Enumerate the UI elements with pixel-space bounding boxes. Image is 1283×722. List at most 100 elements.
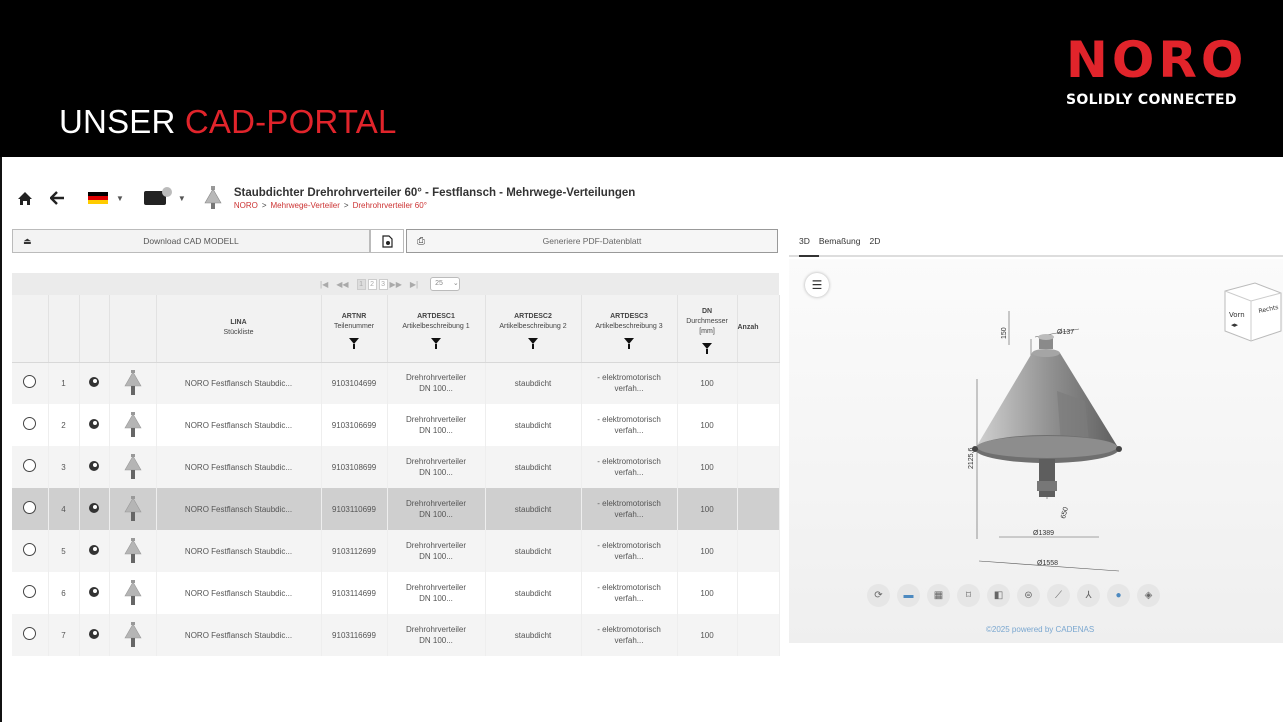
back-arrow-icon[interactable] bbox=[44, 185, 70, 211]
box-icon[interactable]: ◧ bbox=[987, 584, 1010, 607]
cad-model-drawing: Ø137 150 1267 2125,6 650 Ø1389 Ø1558 bbox=[968, 311, 1122, 572]
next-page-icon[interactable]: ▶▶ bbox=[390, 280, 402, 289]
filter-icon[interactable] bbox=[431, 338, 441, 350]
table-row[interactable]: 4 NORO Festflansch Staubdic... 9103110699 D… bbox=[12, 488, 780, 530]
product-title: Staubdichter Drehrohrverteiler 60° - Fes… bbox=[233, 186, 636, 199]
cell-artdesc3: - elektromotorisch verfah... bbox=[581, 404, 678, 446]
language-selector[interactable]: ▼ bbox=[88, 191, 124, 205]
measure-icon[interactable]: ⟋ bbox=[1047, 584, 1070, 607]
first-page-icon[interactable]: |◀ bbox=[320, 280, 328, 289]
format-selector[interactable]: ▼ bbox=[143, 187, 186, 205]
breadcrumb-item[interactable]: Mehrwege-Verteiler bbox=[271, 201, 340, 210]
frame-icon[interactable]: ⌑ bbox=[957, 584, 980, 607]
view-cube[interactable]: Vorn Rechts ◂▸ bbox=[1215, 279, 1283, 347]
page-button[interactable]: 2 bbox=[367, 278, 377, 290]
table-row[interactable]: 6 NORO Festflansch Staubdic... 9103114699 D… bbox=[12, 572, 780, 614]
cad-part-icon[interactable] bbox=[79, 446, 110, 488]
cell-artnr: 9103110699 bbox=[321, 488, 388, 530]
viewer-tabs: 3D Bemaßung 2D bbox=[789, 222, 1283, 257]
table-row[interactable]: 3 NORO Festflansch Staubdic... 9103108699 D… bbox=[12, 446, 780, 488]
column-header[interactable]: Anzah bbox=[737, 295, 780, 363]
column-header[interactable]: ARTDESC2 Artikelbeschreibung 2 bbox=[485, 295, 582, 363]
shaded-icon[interactable]: ▦ bbox=[927, 584, 950, 607]
cad-part-icon[interactable] bbox=[79, 362, 110, 404]
cad-part-icon[interactable] bbox=[79, 488, 110, 530]
row-number: 6 bbox=[48, 572, 80, 614]
axis-icon[interactable]: ⅄ bbox=[1077, 584, 1100, 607]
part-thumbnail-icon bbox=[109, 572, 157, 614]
cell-artdesc3: - elektromotorisch verfah... bbox=[581, 362, 678, 404]
row-radio[interactable] bbox=[23, 459, 37, 472]
table-row[interactable]: 2 NORO Festflansch Staubdic... 9103106699 D… bbox=[12, 404, 780, 446]
list-icon[interactable]: ☰ bbox=[805, 273, 829, 297]
viewer-toolbar: ⟳ ▬ ▦ ⌑ ◧ ⊜ ⟋ ⅄ ● ◈ bbox=[867, 584, 1167, 607]
viewer-canvas[interactable]: ☰ Vorn Rechts ◂▸ Ø137 150 1267 2125, bbox=[789, 259, 1283, 643]
document-icon[interactable] bbox=[370, 229, 404, 253]
tab-3d[interactable]: 3D bbox=[799, 236, 819, 257]
breadcrumb-item[interactable]: NORO bbox=[234, 201, 258, 210]
column-header[interactable]: DN Durchmesser [mm] bbox=[677, 295, 738, 363]
cell-artnr: 9103114699 bbox=[321, 572, 388, 614]
cell-dn: 100 bbox=[677, 404, 738, 446]
download-cad-button[interactable]: ⏏ Download CAD MODELL bbox=[12, 229, 370, 253]
row-number: 5 bbox=[48, 530, 80, 572]
column-header[interactable]: LINA Stückliste bbox=[156, 295, 322, 363]
page-button[interactable]: 3 bbox=[378, 278, 388, 290]
drum-icon[interactable]: ⊜ bbox=[1017, 584, 1040, 607]
column-header[interactable]: ARTDESC3 Artikelbeschreibung 3 bbox=[581, 295, 678, 363]
prev-page-icon[interactable]: ◀◀ bbox=[336, 280, 348, 289]
tab-2d[interactable]: 2D bbox=[869, 236, 889, 255]
animation-icon[interactable]: ⟳ bbox=[867, 584, 890, 607]
filter-icon[interactable] bbox=[702, 343, 712, 355]
cad-part-icon[interactable] bbox=[79, 404, 110, 446]
last-page-icon[interactable]: ▶| bbox=[410, 280, 418, 289]
row-radio[interactable] bbox=[23, 585, 37, 598]
row-radio[interactable] bbox=[23, 501, 37, 514]
slide-frame bbox=[0, 157, 2, 722]
cell-artnr: 9103116699 bbox=[321, 614, 388, 656]
table-row[interactable]: 7 NORO Festflansch Staubdic... 9103116699 D… bbox=[12, 614, 780, 656]
chevron-down-icon: ▼ bbox=[116, 193, 124, 203]
cell-artdesc1: Drehrohrverteiler DN 100... bbox=[387, 572, 486, 614]
filter-icon[interactable] bbox=[624, 338, 634, 350]
cube-front-label: Vorn bbox=[1229, 311, 1245, 319]
row-radio[interactable] bbox=[23, 417, 37, 430]
cell-dn: 100 bbox=[677, 488, 738, 530]
row-number: 7 bbox=[48, 614, 80, 656]
cad-part-icon[interactable] bbox=[79, 572, 110, 614]
row-radio[interactable] bbox=[23, 543, 37, 556]
filter-icon[interactable] bbox=[528, 338, 538, 350]
row-radio[interactable] bbox=[23, 375, 37, 389]
column-header[interactable]: ARTDESC1 Artikelbeschreibung 1 bbox=[387, 295, 486, 363]
pdf-icon: ⎙ bbox=[417, 235, 425, 247]
tab-bemassung[interactable]: Bemaßung bbox=[819, 236, 870, 255]
row-radio[interactable] bbox=[23, 627, 37, 640]
cad-part-icon[interactable] bbox=[79, 530, 110, 572]
cell-artdesc2: staubdicht bbox=[485, 404, 582, 446]
cell-lina: NORO Festflansch Staubdic... bbox=[156, 614, 322, 656]
cell-artdesc2: staubdicht bbox=[485, 488, 582, 530]
table-row[interactable]: 1 NORO Festflansch Staubdic... 9103104699 D… bbox=[12, 362, 780, 404]
breadcrumb-item[interactable]: Drehrohrverteiler 60° bbox=[353, 201, 427, 210]
download-label: Download CAD MODELL bbox=[143, 236, 239, 246]
cylinder-icon[interactable]: ▬ bbox=[897, 584, 920, 607]
table-header-row: LINA Stückliste ARTNR Teilenummer ARTDESC1… bbox=[12, 295, 780, 363]
page-button[interactable]: 1 bbox=[356, 278, 366, 290]
column-header[interactable]: ARTNR Teilenummer bbox=[321, 295, 388, 363]
slide-title: UNSER CAD-PORTAL bbox=[59, 103, 397, 140]
gem-icon[interactable]: ◈ bbox=[1137, 584, 1160, 607]
parts-table: LINA Stückliste ARTNR Teilenummer ARTDESC1… bbox=[12, 295, 780, 656]
page-size-select[interactable]: 25 ⌄ bbox=[430, 277, 461, 291]
cell-lina: NORO Festflansch Staubdic... bbox=[156, 572, 322, 614]
cell-lina: NORO Festflansch Staubdic... bbox=[156, 404, 322, 446]
table-row[interactable]: 5 NORO Festflansch Staubdic... 9103112699 D… bbox=[12, 530, 780, 572]
generate-pdf-button[interactable]: ⎙ Generiere PDF-Datenblatt bbox=[406, 229, 778, 253]
cell-artdesc1: Drehrohrverteiler DN 100... bbox=[387, 488, 486, 530]
cad-part-icon[interactable] bbox=[79, 614, 110, 656]
part-thumbnail-icon bbox=[109, 488, 157, 530]
dimension-label: 650 bbox=[1060, 506, 1070, 519]
home-icon[interactable] bbox=[12, 185, 38, 211]
filter-icon[interactable] bbox=[349, 338, 359, 350]
sphere-icon[interactable]: ● bbox=[1107, 584, 1130, 607]
germany-flag-icon bbox=[88, 191, 108, 205]
